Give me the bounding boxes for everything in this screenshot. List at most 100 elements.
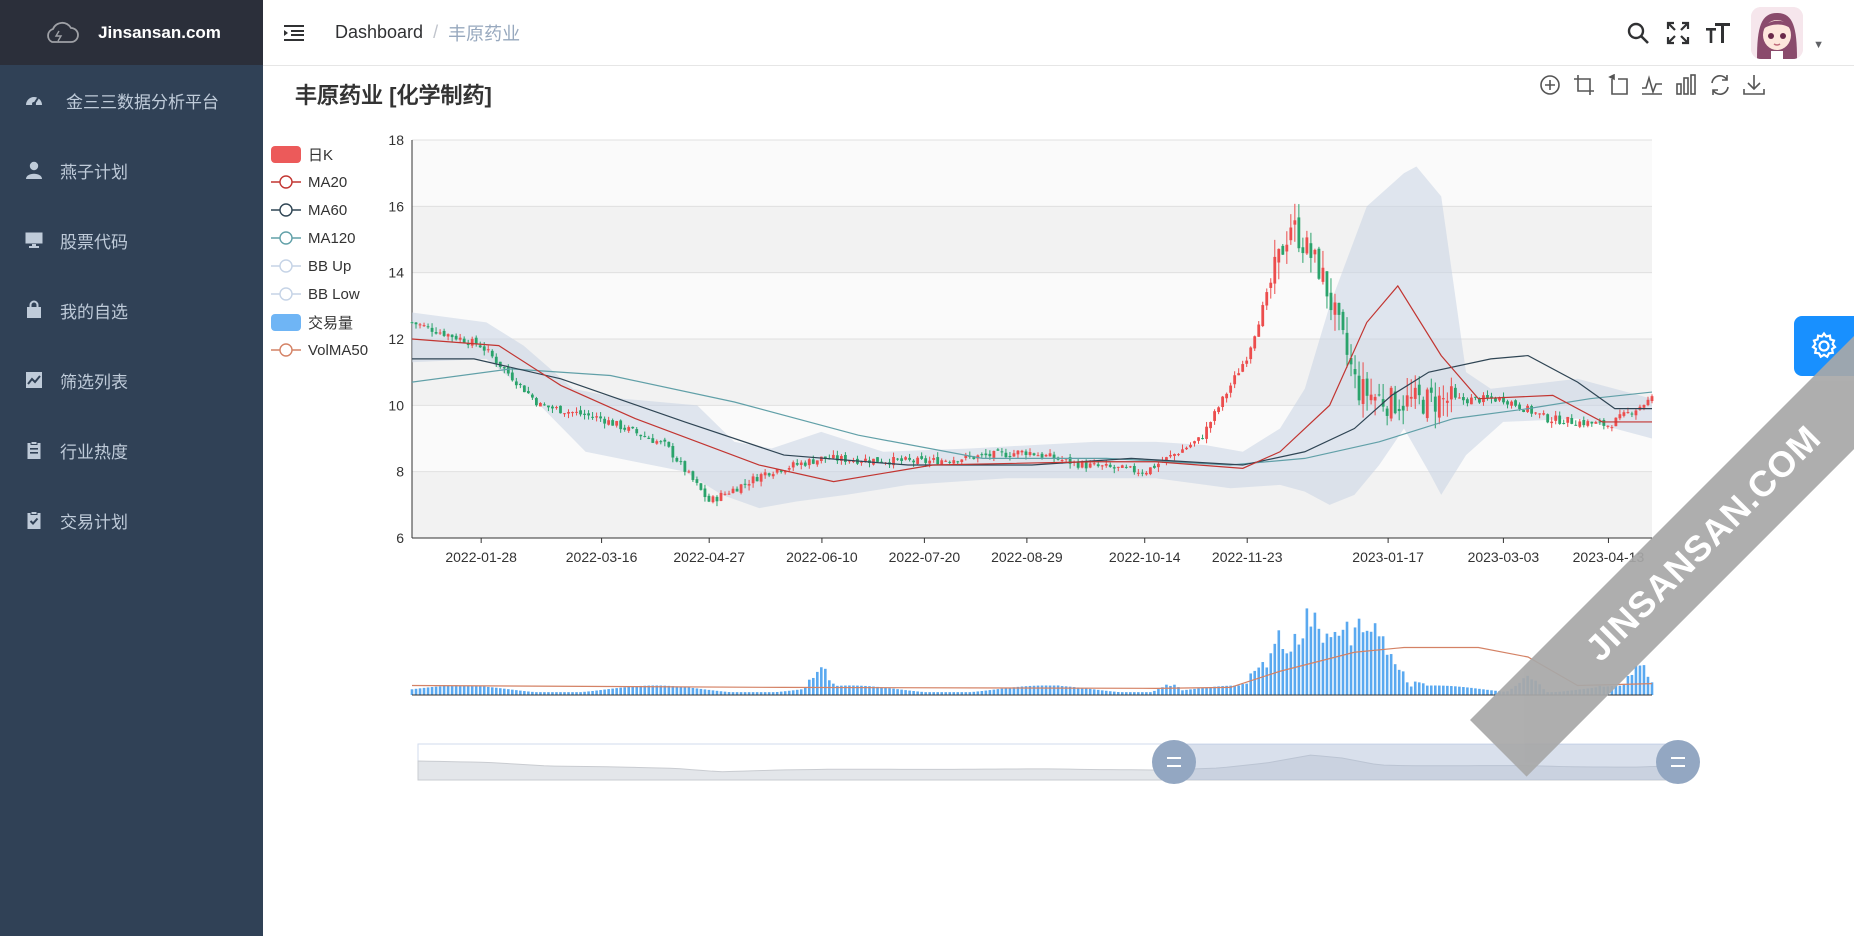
candle-body	[904, 457, 907, 460]
candle-body	[703, 488, 707, 498]
candle-body	[912, 460, 916, 463]
avatar[interactable]	[1751, 6, 1804, 59]
volume-bar	[1646, 676, 1650, 695]
volume-bar	[1642, 665, 1646, 695]
legend-item-bb-low[interactable]: BB Low	[271, 280, 368, 308]
volume-bar	[1269, 653, 1273, 695]
volume-bar	[856, 685, 859, 695]
candle-body	[1100, 465, 1104, 467]
ma120-line	[411, 368, 1653, 466]
candle-body	[514, 381, 518, 386]
candle-body	[1317, 248, 1321, 279]
volume-bar	[1618, 685, 1622, 695]
search-icon[interactable]	[1625, 20, 1651, 46]
candle-body	[1626, 412, 1630, 414]
candle-body	[1297, 217, 1301, 249]
checklist-icon	[24, 510, 44, 530]
candle-body	[1437, 395, 1441, 418]
volume-bar	[1108, 691, 1112, 695]
candle-body	[1506, 401, 1509, 405]
candle-body	[663, 439, 667, 442]
candle-body	[579, 410, 582, 415]
volume-bar	[952, 692, 956, 695]
volume-bar	[414, 688, 418, 695]
candle-body	[1161, 461, 1164, 463]
candle-body	[434, 332, 438, 334]
candle-body	[856, 458, 859, 464]
candle-body	[1193, 441, 1196, 444]
candle-body	[1285, 244, 1289, 252]
line-chart-icon[interactable]	[1639, 72, 1665, 98]
download-icon[interactable]	[1741, 72, 1767, 98]
legend-item-ma120[interactable]: MA120	[271, 224, 368, 252]
legend-item-ma60[interactable]: MA60	[271, 196, 368, 224]
logo-text: Jinsansan.com	[98, 22, 221, 42]
candle-body	[767, 473, 771, 476]
volume-bar	[446, 685, 450, 695]
volume-bar	[836, 685, 839, 695]
sidebar-item-industry-heat[interactable]: 行业热度	[0, 415, 263, 485]
legend-item-volma50[interactable]: VolMA50	[271, 336, 368, 364]
candle-body	[964, 454, 968, 459]
candle-body	[972, 456, 976, 460]
candle-body	[695, 479, 699, 483]
candle-body	[715, 496, 719, 502]
volume-bar	[1349, 645, 1353, 695]
legend-item-bb-up[interactable]: BB Up	[271, 252, 368, 280]
candle-body	[1614, 417, 1618, 427]
volume-bar	[1253, 670, 1257, 695]
caret-down-icon[interactable]: ▼	[1813, 39, 1824, 51]
hamburger-menu-icon[interactable]	[283, 22, 305, 44]
navbar-right: ▼	[1611, 0, 1824, 65]
legend-circle-symbol	[271, 202, 301, 218]
candle-body	[1409, 396, 1413, 399]
candle-body	[843, 455, 847, 462]
datazoom-handle-start	[1152, 740, 1196, 784]
sidebar-item-screen-list[interactable]: 筛选列表	[0, 345, 263, 415]
candle-body	[1120, 465, 1124, 468]
candle-body	[1498, 397, 1501, 401]
fullscreen-icon[interactable]	[1665, 20, 1691, 46]
legend-item-daily-k[interactable]: 日K	[271, 140, 368, 168]
volume-bar	[418, 688, 422, 695]
candle-body	[1257, 324, 1261, 337]
volume-bar	[1293, 633, 1297, 695]
sidebar-item-swallow-plan[interactable]: 燕子计划	[0, 135, 263, 205]
sidebar-item-dashboard[interactable]: 金三三数据分析平台	[0, 65, 263, 135]
font-size-icon[interactable]	[1705, 20, 1731, 46]
volume-bar	[763, 692, 767, 695]
bollinger-band-area	[412, 166, 1652, 509]
volume-bar	[1173, 684, 1176, 695]
legend-item-volume[interactable]: 交易量	[271, 308, 368, 336]
legend-item-ma20[interactable]: MA20	[271, 168, 368, 196]
volume-bar	[759, 692, 763, 695]
volume-bar	[1317, 628, 1321, 695]
candle-body	[1530, 406, 1534, 414]
sidebar-item-stock-code[interactable]: 股票代码	[0, 205, 263, 275]
candle-body	[474, 337, 478, 345]
volume-bar	[775, 691, 779, 695]
candle-body	[1642, 404, 1646, 408]
candle-body	[1526, 405, 1529, 412]
volume-bar	[498, 688, 502, 695]
volume-bar	[1104, 690, 1108, 695]
bar-chart-icon[interactable]	[1673, 72, 1699, 98]
area-zoom-icon[interactable]	[1571, 72, 1597, 98]
y-axis-tick-label: 8	[396, 464, 404, 480]
logo[interactable]: Jinsansan.com	[0, 0, 263, 65]
volume-bar	[607, 689, 610, 695]
zoom-reset-icon[interactable]	[1605, 72, 1631, 98]
cloud-icon	[42, 21, 80, 45]
sidebar-item-watchlist[interactable]: 我的自选	[0, 275, 263, 345]
sidebar-item-trade-plan[interactable]: 交易计划	[0, 485, 263, 555]
breadcrumb-home[interactable]: Dashboard	[335, 22, 423, 43]
restore-icon[interactable]	[1707, 72, 1733, 98]
volume-bar	[523, 691, 526, 695]
zoom-in-icon[interactable]	[1537, 72, 1563, 98]
candle-body	[535, 398, 538, 406]
volume-bar	[426, 687, 430, 695]
candle-body	[1036, 455, 1040, 457]
candle-body	[659, 441, 663, 443]
candle-body	[1205, 426, 1208, 439]
candle-body	[1353, 369, 1357, 375]
